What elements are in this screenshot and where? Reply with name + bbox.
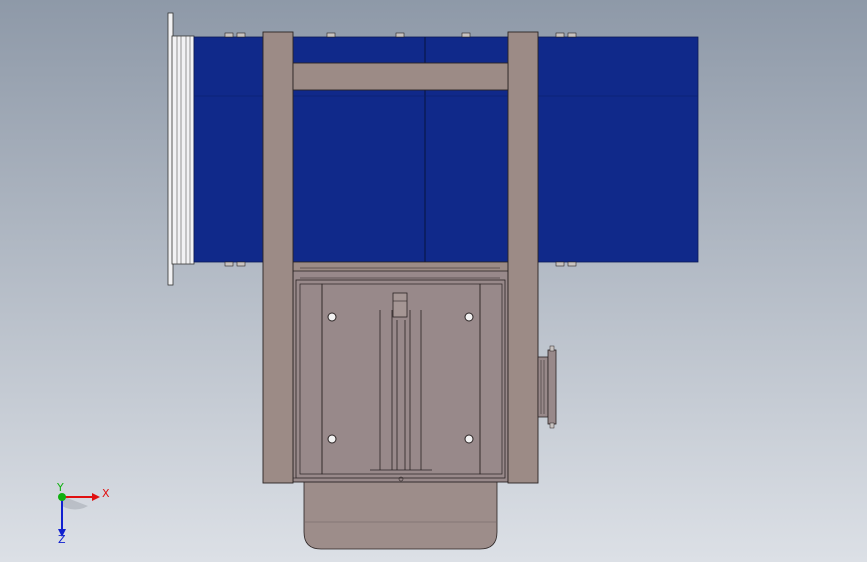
- x-axis-label: X: [102, 487, 110, 500]
- y-axis-label: Y: [56, 481, 64, 494]
- cad-viewport[interactable]: X Y Z: [0, 0, 867, 562]
- bolt-icon: [555, 261, 565, 267]
- bolt-icon: [395, 32, 405, 38]
- bolt-icon: [236, 261, 246, 267]
- bolt-icon: [224, 261, 234, 267]
- output-coupling[interactable]: [537, 345, 557, 429]
- bolt-icon: [224, 32, 234, 38]
- motor-body[interactable]: [303, 477, 498, 550]
- y-axis-icon: [58, 493, 66, 501]
- bolt-icon: [461, 32, 471, 38]
- bolt-icon: [567, 261, 577, 267]
- frame-crossplate: [292, 261, 509, 272]
- cad-canvas[interactable]: X Y Z: [0, 0, 867, 562]
- bolt-icon: [236, 32, 246, 38]
- bolt-icon: [326, 32, 336, 38]
- bolt-icon: [555, 32, 565, 38]
- bolt-icon: [567, 32, 577, 38]
- inlet-flange[interactable]: [167, 12, 195, 286]
- gearbox-housing[interactable]: [292, 269, 509, 483]
- z-axis-label: Z: [58, 533, 66, 546]
